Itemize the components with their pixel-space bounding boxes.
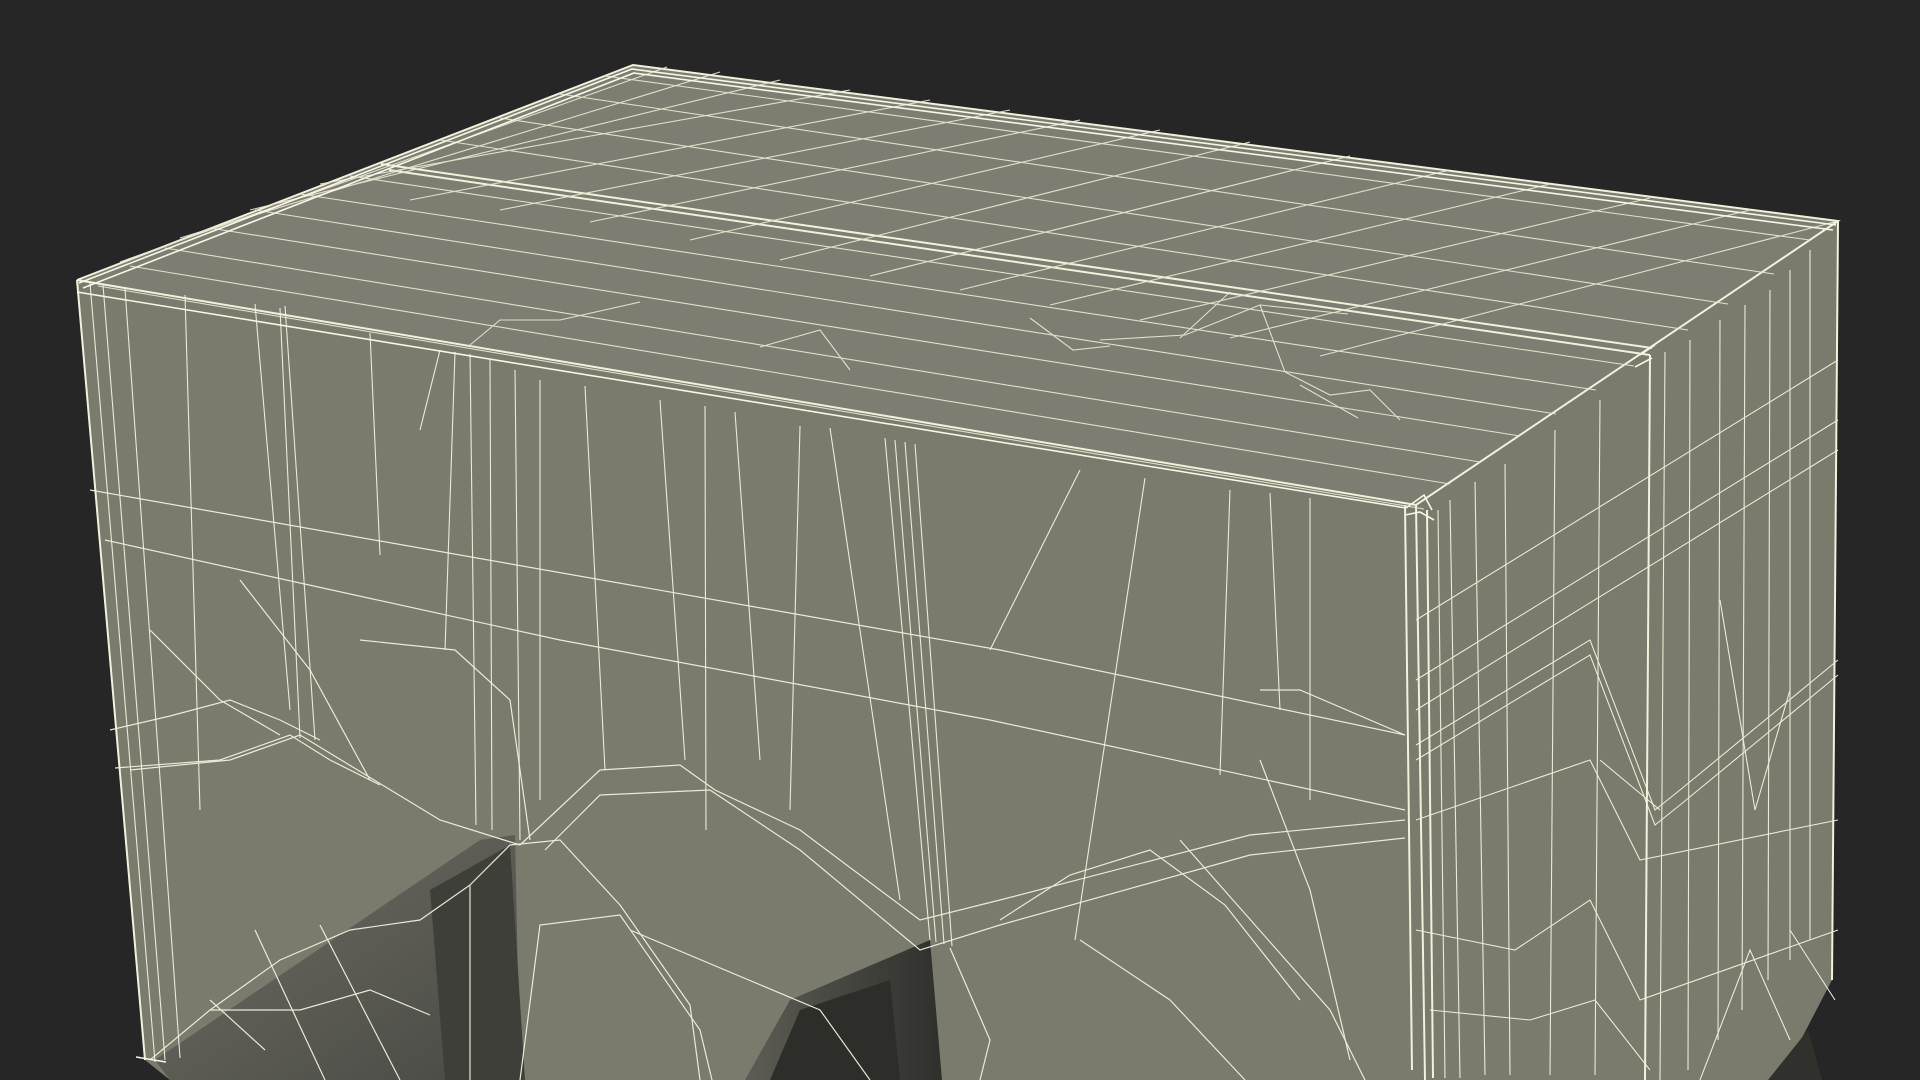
wireframe-render [76,63,1841,1080]
render-viewport [0,0,1920,1080]
